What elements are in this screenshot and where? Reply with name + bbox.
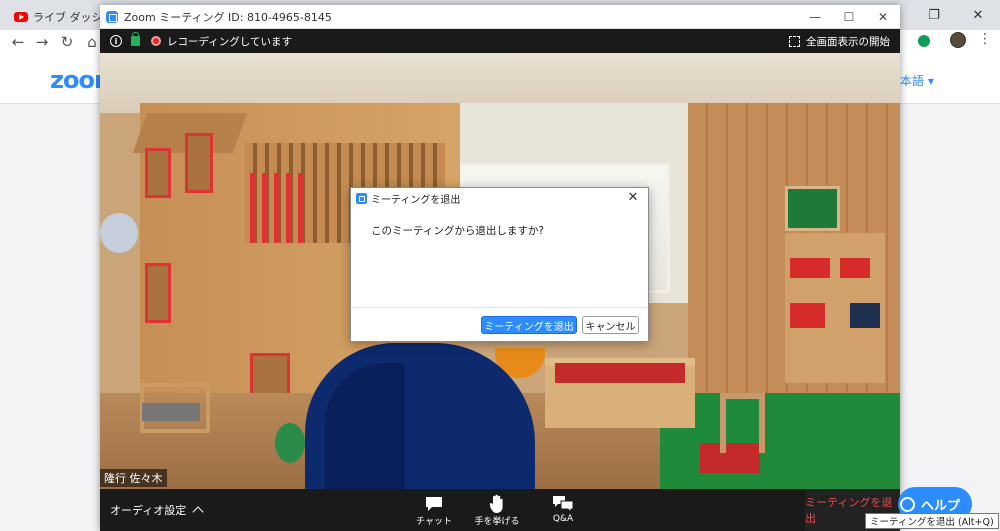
audio-settings-label: オーディオ設定 (110, 504, 187, 517)
fullscreen-label: 全画面表示の開始 (806, 35, 890, 48)
youtube-icon (14, 12, 28, 22)
leave-meeting-button[interactable]: ミーティングを退出 (481, 316, 577, 334)
scene-green-ball (275, 423, 305, 463)
qa-label: Q&A (552, 514, 574, 524)
zoom-maximize-icon[interactable]: ☐ (832, 5, 866, 29)
dialog-footer: ミーティングを退出 キャンセル (351, 307, 648, 341)
back-arrow-icon[interactable]: ← (8, 32, 28, 52)
zoom-app-icon (106, 10, 118, 23)
forward-arrow-icon[interactable]: → (32, 32, 52, 52)
avatar[interactable] (950, 32, 966, 48)
reload-icon[interactable]: ↻ (57, 32, 77, 52)
home-icon[interactable]: ⌂ (82, 32, 102, 52)
record-icon (151, 36, 161, 46)
fullscreen-icon (789, 35, 800, 47)
cancel-button[interactable]: キャンセル (582, 316, 639, 334)
help-chat-icon (899, 496, 915, 512)
scene-navy-box (850, 303, 880, 328)
scene-red-window (185, 133, 213, 193)
browser-tab[interactable]: ライブ ダッシュボード (6, 4, 106, 30)
scene-chair (720, 393, 765, 453)
fullscreen-button[interactable]: 全画面表示の開始 (789, 29, 890, 53)
leave-tooltip: ミーティングを退出 (Alt+Q) (865, 513, 999, 529)
recording-status: レコーディングしています (167, 35, 292, 48)
chat-button[interactable]: チャット (404, 494, 464, 530)
scene-red-railing (250, 173, 310, 243)
audio-settings-button[interactable]: オーディオ設定 (110, 489, 204, 531)
scene-green-rug (660, 393, 900, 489)
chat-label: チャット (416, 517, 452, 527)
scene-table-tray (555, 363, 685, 383)
participant-name-tag: 隆行 佐々木 (100, 469, 167, 487)
scene-red-box (790, 258, 830, 278)
zoom-meeting-window: Zoom ミーティング ID: 810-4965-8145 — ☐ ✕ i レコ… (100, 5, 900, 531)
browser-tab-title: ライブ ダッシュボード (33, 11, 106, 24)
dialog-message: このミーティングから退出しますか? (371, 225, 544, 237)
language-selector[interactable]: 本語 ▾ (900, 72, 934, 89)
raise-hand-label: 手を挙げる (474, 517, 520, 527)
zoom-window-title: Zoom ミーティング ID: 810-4965-8145 (124, 10, 332, 24)
scene-red-box (840, 258, 870, 278)
zoom-close-button[interactable]: ✕ (866, 5, 900, 29)
scene-red-window (145, 148, 171, 198)
scene-red-window (145, 263, 171, 323)
zoom-window-controls: — ☐ ✕ (798, 5, 900, 29)
meeting-info-bar: i レコーディングしています 全画面表示の開始 (100, 29, 900, 53)
dialog-title: ミーティングを退出 (371, 194, 461, 206)
chevron-up-icon[interactable] (192, 506, 204, 518)
more-menu-icon[interactable]: ⋮ (978, 31, 992, 47)
info-icon[interactable]: i (110, 35, 122, 47)
hand-icon (488, 494, 506, 514)
dialog-close-icon[interactable]: ✕ (626, 191, 640, 205)
meeting-toolbar: オーディオ設定 チャット 手を挙げる Q&A ミーティングを退出 (100, 489, 900, 531)
zoom-app-icon (356, 192, 367, 204)
scene-red-box (790, 303, 825, 328)
qa-button[interactable]: Q&A (533, 494, 593, 530)
raise-hand-button[interactable]: 手を挙げる (467, 494, 527, 530)
zoom-window-titlebar: Zoom ミーティング ID: 810-4965-8145 — ☐ ✕ (100, 5, 900, 29)
restore-button[interactable]: ❐ (912, 0, 956, 30)
dialog-titlebar: ミーティングを退出 (351, 188, 648, 208)
scene-green-board (785, 186, 840, 231)
leave-meeting-dialog: ミーティングを退出 ✕ このミーティングから退出しますか? ミーティングを退出 … (350, 187, 649, 342)
qa-icon (551, 494, 575, 514)
zoom-minimize-button[interactable]: — (798, 5, 832, 29)
scene-cart-seat (142, 403, 200, 421)
close-button[interactable]: ✕ (956, 0, 1000, 30)
scene-moon-decoration (100, 213, 138, 253)
help-label: ヘルプ (920, 498, 960, 514)
lock-icon[interactable] (131, 32, 140, 46)
chat-icon (424, 494, 444, 514)
extension-icon[interactable] (918, 35, 930, 47)
